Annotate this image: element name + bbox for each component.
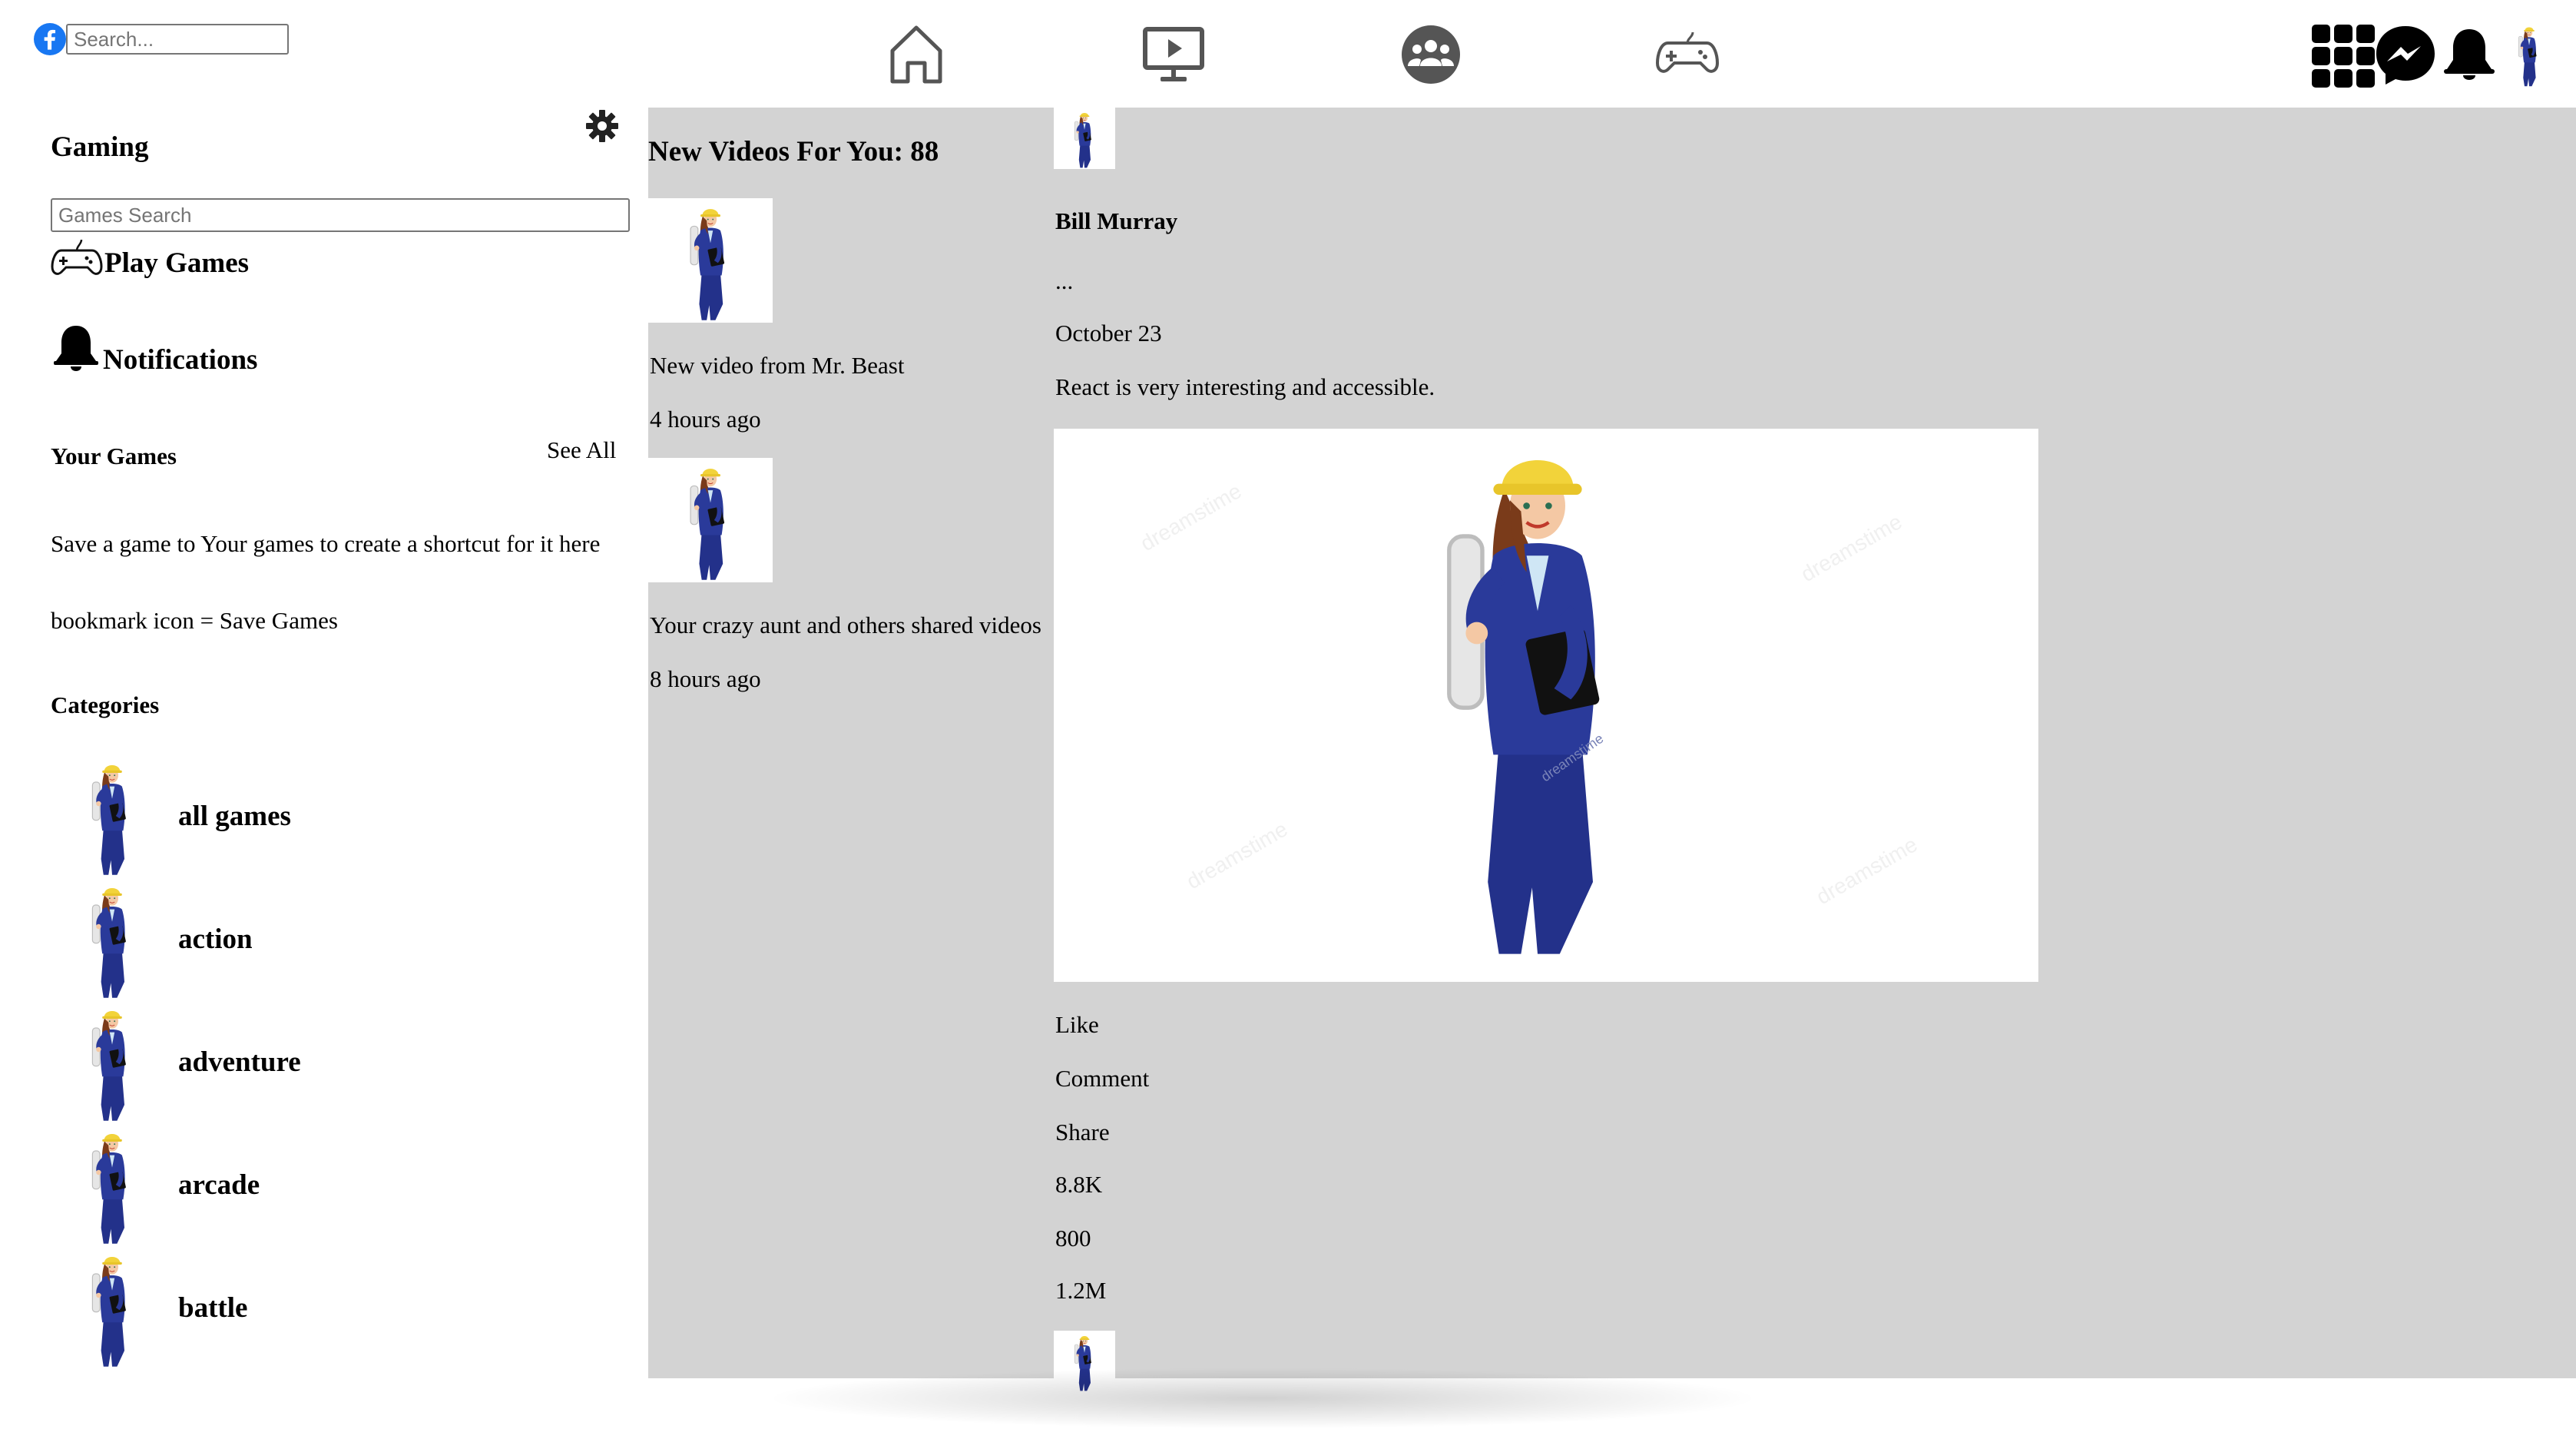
games-search-input[interactable] (51, 198, 630, 232)
card-shadow (763, 1368, 1762, 1429)
facebook-logo-icon[interactable] (34, 23, 66, 55)
sidebar-title: Gaming (51, 131, 149, 163)
gaming-sidebar: Gaming Play Games Notifications Your Gam… (0, 108, 648, 1378)
share-button[interactable]: Share (1055, 1119, 1110, 1146)
sidebar-item-label: Notifications (103, 344, 258, 376)
messenger-icon[interactable] (2373, 23, 2438, 88)
profile-avatar[interactable] (2511, 22, 2547, 88)
category-item-action[interactable]: action (51, 877, 253, 1000)
save-games-hint: Save a game to Your games to create a sh… (51, 530, 601, 557)
category-item-battle[interactable]: battle (51, 1246, 247, 1369)
watch-video-icon[interactable] (1139, 20, 1208, 89)
category-label: adventure (178, 1046, 301, 1078)
post-author-name[interactable]: Bill Murray (1055, 207, 1177, 235)
groups-icon[interactable] (1396, 20, 1465, 89)
category-label: all games (178, 800, 291, 832)
category-thumbnail (51, 1000, 174, 1123)
categories-heading: Categories (51, 691, 160, 718)
like-button[interactable]: Like (1055, 1011, 1099, 1039)
category-label: battle (178, 1291, 248, 1324)
post-text: React is very interesting and accessible… (1055, 373, 1435, 400)
bell-icon (54, 326, 98, 371)
category-label: arcade (178, 1169, 260, 1201)
post-author-avatar[interactable] (1054, 108, 1115, 169)
likes-count: 8.8K (1055, 1171, 1103, 1198)
feed-post: Bill Murray ... October 23 React is very… (1054, 108, 2052, 1392)
post-date: October 23 (1055, 320, 1162, 346)
video-timestamp: 4 hours ago (650, 406, 761, 433)
sidebar-item-play-games[interactable]: Play Games (51, 235, 249, 280)
video-timestamp: 8 hours ago (650, 665, 761, 692)
video-title[interactable]: New video from Mr. Beast (650, 352, 904, 380)
apps-grid-icon[interactable] (2310, 23, 2376, 89)
shares-count: 1.2M (1055, 1277, 1107, 1304)
gaming-controller-icon[interactable] (1653, 20, 1722, 89)
search-input[interactable] (66, 24, 289, 55)
comment-button[interactable]: Comment (1055, 1065, 1149, 1092)
comments-count: 800 (1055, 1225, 1091, 1252)
bookmark-hint: bookmark icon = Save Games (51, 607, 338, 634)
video-title[interactable]: Your crazy aunt and others shared videos (650, 612, 1041, 639)
category-item-adventure[interactable]: adventure (51, 1000, 301, 1123)
gamepad-icon (51, 239, 103, 275)
settings-gear-icon[interactable] (584, 108, 621, 144)
main-content: New Videos For You: 88 New video from Mr… (648, 108, 2576, 1429)
category-thumbnail (51, 754, 174, 877)
see-all-link[interactable]: See All (547, 436, 616, 464)
sidebar-item-notifications[interactable]: Notifications (51, 323, 257, 376)
category-item-arcade[interactable]: arcade (51, 1123, 260, 1246)
category-thumbnail (51, 1246, 174, 1369)
your-games-heading: Your Games (51, 443, 177, 469)
sidebar-item-label: Play Games (104, 247, 250, 279)
category-label: action (178, 923, 253, 955)
video-thumbnail[interactable] (648, 458, 773, 582)
top-navigation-bar (0, 0, 2576, 108)
post-options-menu[interactable]: ... (1055, 267, 1073, 295)
category-item-all-games[interactable]: all games (51, 754, 291, 877)
video-thumbnail[interactable] (648, 198, 773, 323)
post-image[interactable]: dreamstime dreamstime dreamstime dreamst… (1054, 429, 2038, 982)
category-thumbnail (51, 1123, 174, 1246)
home-icon[interactable] (882, 20, 951, 89)
notifications-bell-icon[interactable] (2442, 26, 2496, 85)
category-thumbnail (51, 877, 174, 1000)
new-videos-heading: New Videos For You: 88 (648, 136, 939, 167)
